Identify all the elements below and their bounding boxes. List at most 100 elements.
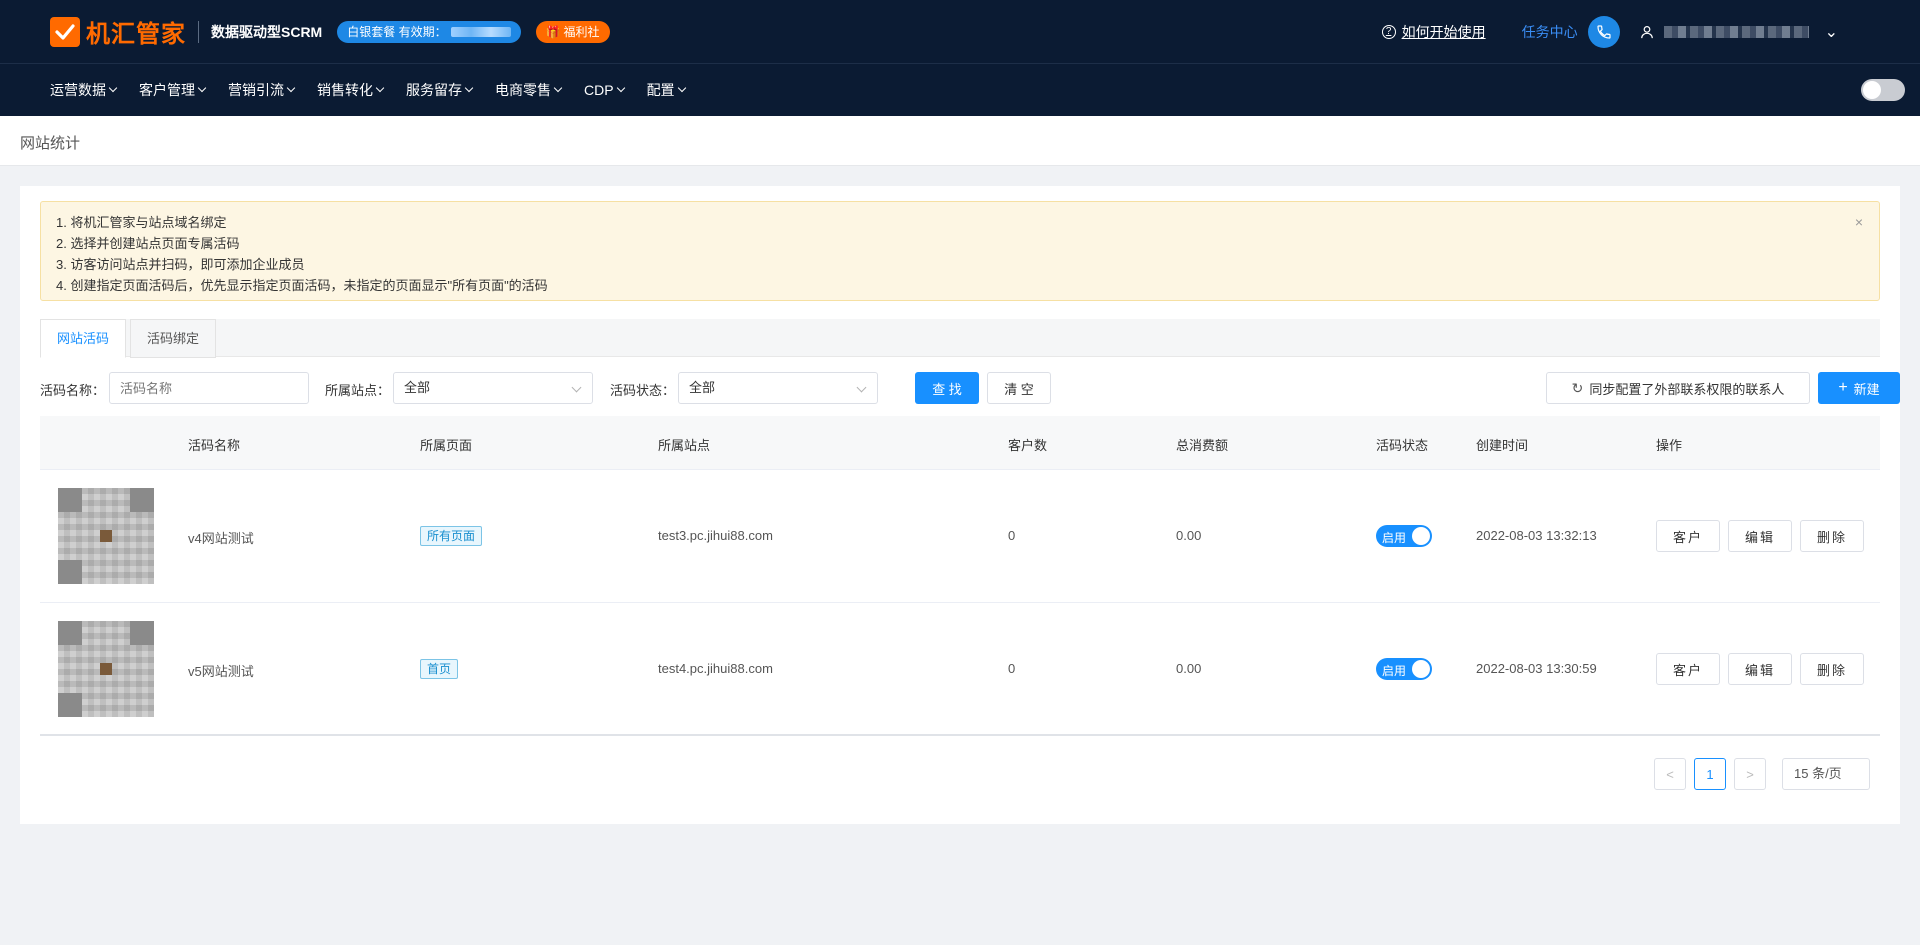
page-header: 网站统计 — [0, 116, 1920, 166]
main-nav: 运营数据 客户管理 营销引流 销售转化 服务留存 电商零售 CDP 配置 — [0, 64, 1920, 116]
status-toggle-label: 启用 — [1382, 664, 1407, 678]
nav-label: 运营数据 — [50, 82, 106, 98]
chevron-down-icon — [616, 83, 625, 93]
table-row: v5网站测试 首页 test4.pc.jihui88.com 0 0.00 启用… — [40, 603, 1880, 736]
nav-label: 服务留存 — [406, 82, 462, 98]
status-filter-select[interactable]: 全部 — [678, 372, 878, 404]
nav-item-service[interactable]: 服务留存 — [406, 80, 474, 100]
page-title: 网站统计 — [20, 135, 81, 152]
chevron-down-icon — [464, 83, 474, 93]
page-tag: 首页 — [420, 659, 459, 679]
qr-code-image[interactable] — [58, 488, 154, 584]
customers-button[interactable]: 客户 — [1656, 653, 1720, 685]
nav-item-config[interactable]: 配置 — [647, 80, 686, 100]
notice-line: 4. 创建指定页面活码后，优先显示指定页面活码，未指定的页面显示"所有页面"的活… — [56, 278, 548, 293]
notice-line: 3. 访客访问站点并扫码，即可添加企业成员 — [56, 257, 305, 272]
new-button[interactable]: + 新建 — [1818, 372, 1900, 404]
name-filter-input[interactable] — [109, 372, 309, 404]
nav-item-marketing[interactable]: 营销引流 — [228, 80, 296, 100]
phone-button[interactable] — [1587, 16, 1620, 48]
code-name: v5网站测试 — [188, 664, 254, 679]
new-label: 新建 — [1853, 381, 1880, 397]
name-filter-label: 活码名称： — [40, 383, 106, 398]
next-page-button[interactable]: > — [1734, 758, 1766, 790]
chevron-down-icon — [286, 83, 296, 93]
status-toggle[interactable]: 启用 — [1376, 658, 1432, 680]
content-card: 1. 将机汇管家与站点域名绑定 2. 选择并创建站点页面专属活码 3. 访客访问… — [20, 186, 1900, 824]
brand-name: 机汇管家 — [86, 21, 186, 48]
brand-slogan: 数据驱动型SCRM — [211, 23, 323, 40]
header-divider — [198, 20, 199, 43]
page-size-value: 15 条/页 — [1794, 766, 1842, 781]
plus-icon: + — [1838, 379, 1848, 396]
chevron-down-icon — [677, 83, 686, 93]
notice-banner: 1. 将机汇管家与站点域名绑定 2. 选择并创建站点页面专属活码 3. 访客访问… — [40, 201, 1880, 301]
nav-item-cdp[interactable]: CDP — [584, 82, 625, 98]
customer-count: 0 — [1008, 528, 1016, 543]
site-domain: test4.pc.jihui88.com — [658, 661, 773, 676]
package-badge[interactable]: 白银套餐 有效期： — [337, 20, 521, 43]
package-label: 白银套餐 有效期： — [347, 25, 447, 39]
welfare-badge[interactable]: 🎁 福利社 — [535, 20, 610, 43]
codes-table: 活码名称 所属页面 所属站点 客户数 总消费额 活码状态 创建时间 操作 v4网… — [40, 416, 1880, 736]
search-button[interactable]: 查 找 — [915, 372, 979, 404]
theme-toggle[interactable] — [1861, 79, 1905, 101]
total-spend: 0.00 — [1176, 661, 1202, 676]
nav-item-customer[interactable]: 客户管理 — [139, 80, 207, 100]
close-icon[interactable]: × — [1855, 214, 1863, 230]
chevron-down-icon — [571, 382, 582, 393]
site-filter-label: 所属站点： — [325, 383, 391, 398]
brand-logo[interactable]: 机汇管家 — [50, 14, 186, 49]
nav-item-ops-data[interactable]: 运营数据 — [50, 80, 118, 100]
gift-icon: 🎁 — [545, 24, 561, 39]
page-tag-wrap: 所有页面 — [420, 526, 483, 546]
brand-check-icon — [50, 16, 80, 47]
tab-bar: 网站活码 活码绑定 — [40, 319, 1880, 358]
phone-icon — [1596, 25, 1611, 39]
page-tag: 所有页面 — [420, 526, 483, 546]
tab-code-binding[interactable]: 活码绑定 — [130, 319, 217, 358]
package-expiry-redacted — [450, 26, 511, 37]
nav-label: 营销引流 — [228, 82, 284, 98]
page-size-select[interactable]: 15 条/页 — [1782, 758, 1870, 790]
col-header: 所属站点 — [658, 438, 711, 453]
nav-label: 电商零售 — [495, 82, 551, 98]
page-1-button[interactable]: 1 — [1694, 758, 1726, 790]
clear-button[interactable]: 清 空 — [987, 372, 1051, 404]
chevron-down-icon — [197, 83, 207, 93]
table-header: 活码名称 所属页面 所属站点 客户数 总消费额 活码状态 创建时间 操作 — [40, 416, 1880, 470]
col-header: 活码名称 — [188, 438, 241, 453]
prev-page-button[interactable]: < — [1654, 758, 1686, 790]
edit-button[interactable]: 编辑 — [1728, 653, 1792, 685]
help-link[interactable]: ? 如何开始使用 — [1381, 22, 1486, 42]
tab-website-code[interactable]: 网站活码 — [40, 319, 127, 358]
qr-code-image[interactable] — [58, 621, 154, 717]
task-center-link[interactable]: 任务中心 — [1522, 22, 1578, 42]
status-toggle[interactable]: 启用 — [1376, 525, 1432, 547]
customers-button[interactable]: 客户 — [1656, 520, 1720, 552]
edit-button[interactable]: 编辑 — [1728, 520, 1792, 552]
delete-button[interactable]: 删除 — [1800, 653, 1864, 685]
sync-contacts-button[interactable]: ↻ 同步配置了外部联系权限的联系人 — [1546, 372, 1810, 404]
status-filter-label: 活码状态： — [610, 383, 676, 398]
welfare-label: 福利社 — [563, 25, 600, 39]
nav-item-ecommerce[interactable]: 电商零售 — [495, 80, 563, 100]
question-icon: ? — [1381, 25, 1396, 39]
nav-label: CDP — [584, 82, 614, 98]
col-header: 所属页面 — [420, 438, 473, 453]
refresh-icon: ↻ — [1571, 379, 1584, 396]
col-header: 创建时间 — [1476, 438, 1529, 453]
delete-button[interactable]: 删除 — [1800, 520, 1864, 552]
help-label: 如何开始使用 — [1401, 24, 1486, 40]
chevron-down-icon[interactable]: ⌄ — [1825, 22, 1838, 42]
nav-item-sales[interactable]: 销售转化 — [317, 80, 385, 100]
site-filter-select[interactable]: 全部 — [393, 372, 593, 404]
user-name-redacted[interactable] — [1663, 26, 1809, 38]
user-icon — [1640, 25, 1653, 39]
status-toggle-label: 启用 — [1382, 531, 1407, 545]
toggle-knob — [1412, 660, 1430, 678]
nav-label: 客户管理 — [139, 82, 195, 98]
status-filter-value: 全部 — [689, 380, 716, 395]
col-header: 操作 — [1656, 438, 1683, 453]
col-header: 活码状态 — [1376, 438, 1429, 453]
